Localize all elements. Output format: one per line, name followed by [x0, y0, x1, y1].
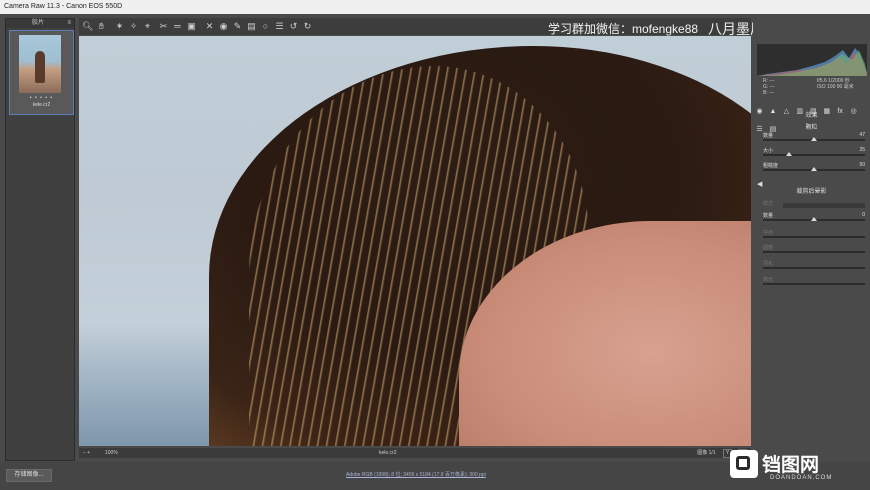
spot-removal-icon[interactable]: ✕ [204, 20, 215, 32]
red-eye-icon[interactable]: ◉ [218, 20, 229, 32]
straighten-icon[interactable]: ═ [172, 20, 183, 32]
graduated-filter-icon[interactable]: ▤ [246, 20, 257, 32]
compare-label: 图像 1/1 [697, 450, 716, 456]
save-image-button[interactable]: 存储图像... [6, 469, 52, 482]
zoom-icon[interactable]: 🔍︎ [82, 20, 93, 32]
vignette-amount-slider[interactable]: 数量 0 [763, 212, 865, 223]
vignette-style-select[interactable]: 样式 [763, 200, 865, 211]
image-preview[interactable] [79, 36, 751, 446]
vignette-roundness-slider[interactable]: 圆度 [763, 244, 865, 255]
filmstrip-thumbnail[interactable]: • • • • • kele.cr2 [9, 30, 74, 115]
targeted-adjust-icon[interactable]: ⌖ [142, 20, 153, 32]
grain-amount-slider[interactable]: 数量 47 [763, 132, 865, 143]
filmstrip-menu-icon[interactable]: ≡ [67, 19, 71, 28]
filmstrip-label: 胶片 [32, 20, 45, 26]
white-balance-icon[interactable]: ✶ [114, 20, 125, 32]
radial-filter-icon[interactable]: ○ [260, 20, 271, 32]
thumbnail-filename: kele.cr2 [32, 102, 51, 108]
vignette-midpoint-slider[interactable]: 中点 [763, 229, 865, 240]
hand-icon[interactable]: ✋︎ [96, 20, 107, 32]
grain-roughness-slider[interactable]: 粗糙度 50 [763, 162, 865, 173]
adjustment-brush-icon[interactable]: ✎ [232, 20, 243, 32]
transform-icon[interactable]: ▣ [186, 20, 197, 32]
rotate-ccw-icon[interactable]: ↺ [288, 20, 299, 32]
watermark-wechat: 学习群加微信：mofengke88 [548, 22, 699, 36]
vignette-header: 裁剪后晕影 [796, 189, 827, 195]
filmstrip-header: 胶片 ≡ [6, 19, 74, 28]
preferences-icon[interactable]: ☰ [274, 20, 285, 32]
preview-footer: − + 100% kele.cr2 图像 1/1 Y A [79, 448, 751, 458]
panel-section-title: 效果 [805, 113, 818, 119]
zoom-buttons[interactable]: − + [83, 448, 90, 458]
vignette-highlights-slider[interactable]: 高光 [763, 276, 865, 287]
readout-iso: ISO 100 90 毫米 [817, 84, 854, 90]
doandoan-logo-icon [730, 450, 758, 478]
window-title-bar: Camera Raw 11.3 - Canon EOS 550D [0, 0, 870, 14]
workflow-options-link[interactable]: Adobe RGB (1998); 8 位; 3456 x 5184 (17.9… [346, 471, 486, 478]
rotate-cw-icon[interactable]: ↻ [302, 20, 313, 32]
vignette-feather-slider[interactable]: 羽化 [763, 260, 865, 271]
zoom-level[interactable]: 100% [105, 448, 118, 458]
grain-header: 颗粒 [805, 125, 818, 131]
histogram [757, 44, 867, 76]
filmstrip-panel: 胶片 ≡ • • • • • kele.cr2 [5, 18, 75, 461]
crop-icon[interactable]: ✂ [158, 20, 169, 32]
doandoan-logo-text: 铛图网 [762, 455, 820, 476]
rating-stars[interactable]: • • • • • [10, 95, 73, 101]
adjustment-panel: R: --- G: --- B: --- f/5.6 1/2000 秒 ISO … [753, 14, 870, 462]
camera-readout: R: --- G: --- B: --- f/5.6 1/2000 秒 ISO … [757, 78, 867, 96]
panel-tabs: ◉ ▲ △ ▥ ▧ ▦ fx ◎ ☰ ▤ [755, 100, 868, 133]
readout-b: B: --- [763, 90, 775, 96]
grain-size-slider[interactable]: 大小 25 [763, 147, 865, 158]
preview-filename: kele.cr2 [379, 450, 397, 456]
window-title: Camera Raw 11.3 - Canon EOS 550D [4, 3, 123, 10]
thumbnail-image [19, 35, 61, 93]
doandoan-url: DOANDOAN.COM [770, 475, 833, 481]
color-sampler-icon[interactable]: ✧ [128, 20, 139, 32]
panel-expand-icon[interactable]: ◀ [757, 180, 762, 188]
